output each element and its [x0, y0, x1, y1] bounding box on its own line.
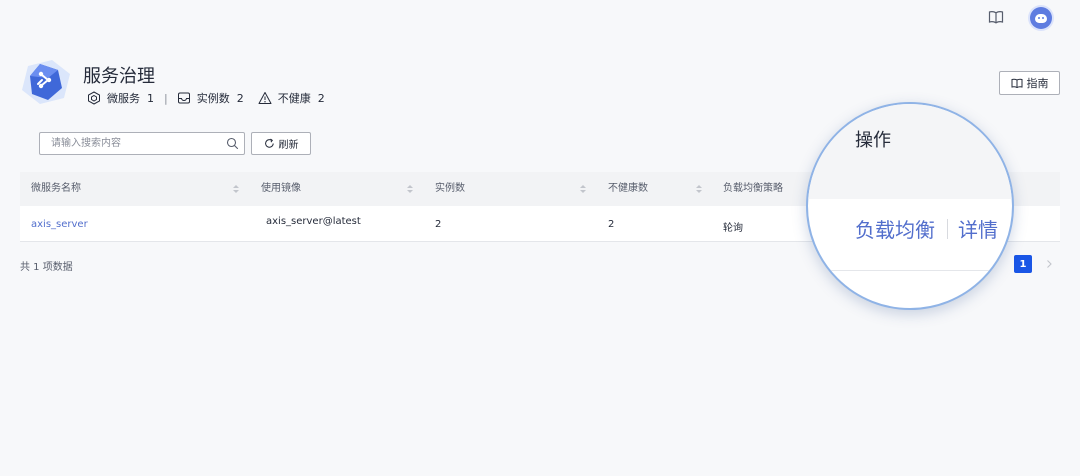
- page-button-1[interactable]: 1: [1014, 255, 1032, 273]
- row-actions: 负载均衡 详情: [855, 214, 998, 243]
- sort-icon[interactable]: [233, 185, 239, 194]
- details-link[interactable]: 详情: [958, 214, 998, 243]
- total-count: 共 1 项数据: [20, 262, 73, 273]
- guide-button-label: 指南: [1026, 77, 1049, 90]
- column-header-unhealthy: 不健康数: [608, 183, 648, 194]
- sort-icon[interactable]: [580, 185, 586, 194]
- service-name-link[interactable]: axis_server: [31, 219, 88, 230]
- column-header-strategy: 负载均衡策略: [723, 183, 783, 194]
- refresh-button[interactable]: 刷新: [251, 132, 311, 155]
- guide-button[interactable]: 指南: [999, 71, 1060, 95]
- service-stats: 微服务 1 | 实例数 2 不健康 2: [87, 90, 325, 106]
- action-divider: [947, 218, 948, 239]
- sort-icon[interactable]: [407, 185, 413, 194]
- refresh-button-label: 刷新: [278, 140, 299, 151]
- stats-separator: |: [164, 91, 168, 105]
- column-header-name: 微服务名称: [31, 183, 81, 194]
- warning-triangle-icon: [258, 92, 272, 104]
- page-title: 服务治理: [83, 66, 155, 87]
- microservice-count: 1: [147, 91, 154, 105]
- image-cell: axis_server@latest: [266, 216, 361, 227]
- unhealthy-count: 2: [317, 91, 325, 105]
- microservice-label: 微服务: [107, 92, 140, 105]
- instance-count: 2: [236, 91, 244, 105]
- instance-label: 实例数: [196, 92, 230, 105]
- column-header-instances: 实例数: [435, 183, 465, 194]
- magnifier-header: [808, 104, 1012, 199]
- cube-network-icon: [88, 91, 100, 105]
- load-balance-link[interactable]: 负载均衡: [855, 214, 935, 243]
- chevron-right-icon[interactable]: [1043, 258, 1055, 270]
- search-box: [39, 132, 245, 155]
- strategy-cell: 轮询: [723, 223, 743, 234]
- inbox-icon: [177, 92, 190, 104]
- row-divider: [808, 270, 1012, 271]
- sort-icon[interactable]: [696, 185, 702, 194]
- book-icon[interactable]: [988, 9, 1004, 25]
- unhealthy-label: 不健康: [277, 92, 311, 105]
- search-input[interactable]: [40, 133, 220, 154]
- search-icon[interactable]: [226, 137, 239, 150]
- column-header-actions: 操作: [855, 130, 891, 151]
- robot-avatar-icon[interactable]: [1030, 7, 1052, 29]
- refresh-icon: [264, 138, 274, 148]
- column-header-image: 使用镜像: [261, 183, 301, 194]
- service-hexagon-logo-icon: [22, 60, 70, 104]
- book-icon: [1011, 78, 1022, 89]
- instances-cell: 2: [435, 219, 442, 230]
- unhealthy-cell: 2: [608, 219, 615, 230]
- magnifier-callout: 操作 负载均衡 详情: [806, 102, 1014, 310]
